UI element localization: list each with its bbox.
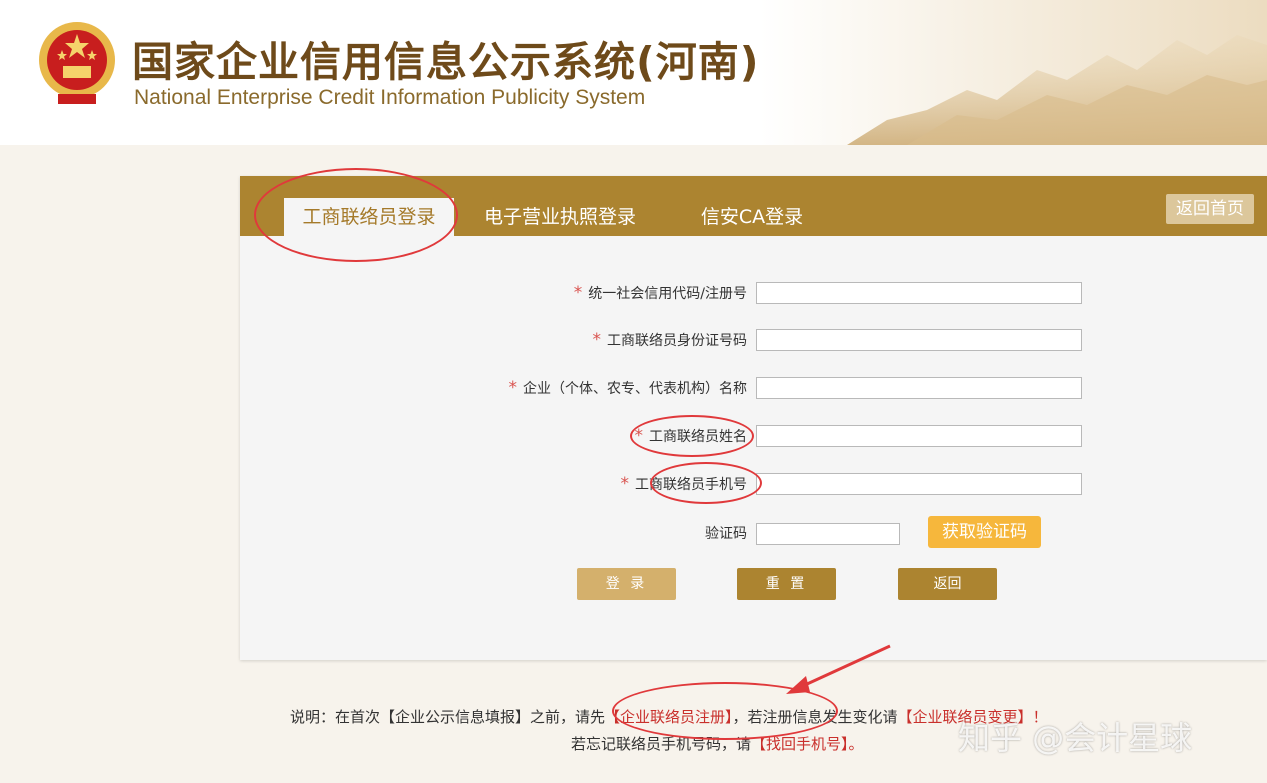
credit-code-input[interactable] <box>756 282 1082 304</box>
required-mark: * <box>573 283 583 303</box>
id-number-input[interactable] <box>756 329 1082 351</box>
note-line-2: 若忘记联络员手机号码，请【找回手机号】。 <box>571 733 864 754</box>
mountain-background-image <box>847 35 1267 145</box>
required-mark: * <box>592 330 602 350</box>
tab-liaison-login[interactable]: 工商联络员登录 <box>284 198 454 236</box>
enterprise-name-label: 企业（个体、农专、代表机构）名称 <box>523 381 747 397</box>
form-row-captcha: 验证码 获取验证码 <box>240 516 1267 548</box>
required-mark: * <box>508 378 518 398</box>
tab-ca-login[interactable]: 信安CA登录 <box>686 198 818 236</box>
liaison-phone-input[interactable] <box>756 473 1082 495</box>
note-prefix: 说明：在首次【企业公示信息填报】之前，请先 <box>290 708 606 726</box>
required-mark: * <box>620 474 630 494</box>
login-panel: 工商联络员登录 电子营业执照登录 信安CA登录 返回首页 * 统一社会信用代码/注… <box>240 176 1267 660</box>
retrieve-phone-link[interactable]: 【找回手机号】 <box>751 735 849 753</box>
back-button[interactable]: 返回 <box>898 568 997 600</box>
form-row-id-number: * 工商联络员身份证号码 <box>240 328 1267 352</box>
return-home-button[interactable]: 返回首页 <box>1166 194 1254 224</box>
note-line2-prefix: 若忘记联络员手机号码，请 <box>571 735 752 753</box>
captcha-input[interactable] <box>756 523 900 545</box>
login-button[interactable]: 登 录 <box>577 568 676 600</box>
liaison-name-input[interactable] <box>756 425 1082 447</box>
liaison-name-label: 工商联络员姓名 <box>649 429 747 445</box>
national-emblem-logo <box>39 22 115 104</box>
form-row-liaison-name: * 工商联络员姓名 <box>240 424 1267 448</box>
site-header: 国家企业信用信息公示系统(河南) National Enterprise Cre… <box>0 0 1267 145</box>
form-row-liaison-phone: * 工商联络员手机号 <box>240 472 1267 496</box>
watermark-text: 知乎 @会计星球 <box>958 719 1193 757</box>
note-middle: ，若注册信息发生变化请 <box>732 708 898 726</box>
required-mark: * <box>634 426 644 446</box>
note-end-2: 。 <box>848 735 864 753</box>
liaison-phone-label: 工商联络员手机号 <box>635 477 747 493</box>
login-tab-bar: 工商联络员登录 电子营业执照登录 信安CA登录 返回首页 <box>240 176 1267 236</box>
get-captcha-button[interactable]: 获取验证码 <box>928 516 1041 548</box>
credit-code-label: 统一社会信用代码/注册号 <box>588 286 747 302</box>
site-title: 国家企业信用信息公示系统(河南) <box>132 38 760 86</box>
reset-button[interactable]: 重 置 <box>737 568 836 600</box>
id-number-label: 工商联络员身份证号码 <box>607 333 747 349</box>
captcha-label: 验证码 <box>705 526 747 542</box>
note-line-1: 说明：在首次【企业公示信息填报】之前，请先【企业联络员注册】，若注册信息发生变化… <box>290 706 1048 727</box>
form-row-credit-code: * 统一社会信用代码/注册号 <box>240 281 1267 305</box>
register-link[interactable]: 【企业联络员注册】 <box>605 708 733 726</box>
site-subtitle: National Enterprise Credit Information P… <box>134 86 646 109</box>
enterprise-name-input[interactable] <box>756 377 1082 399</box>
form-row-enterprise-name: * 企业（个体、农专、代表机构）名称 <box>240 376 1267 400</box>
tab-electronic-license-login[interactable]: 电子营业执照登录 <box>468 198 652 236</box>
